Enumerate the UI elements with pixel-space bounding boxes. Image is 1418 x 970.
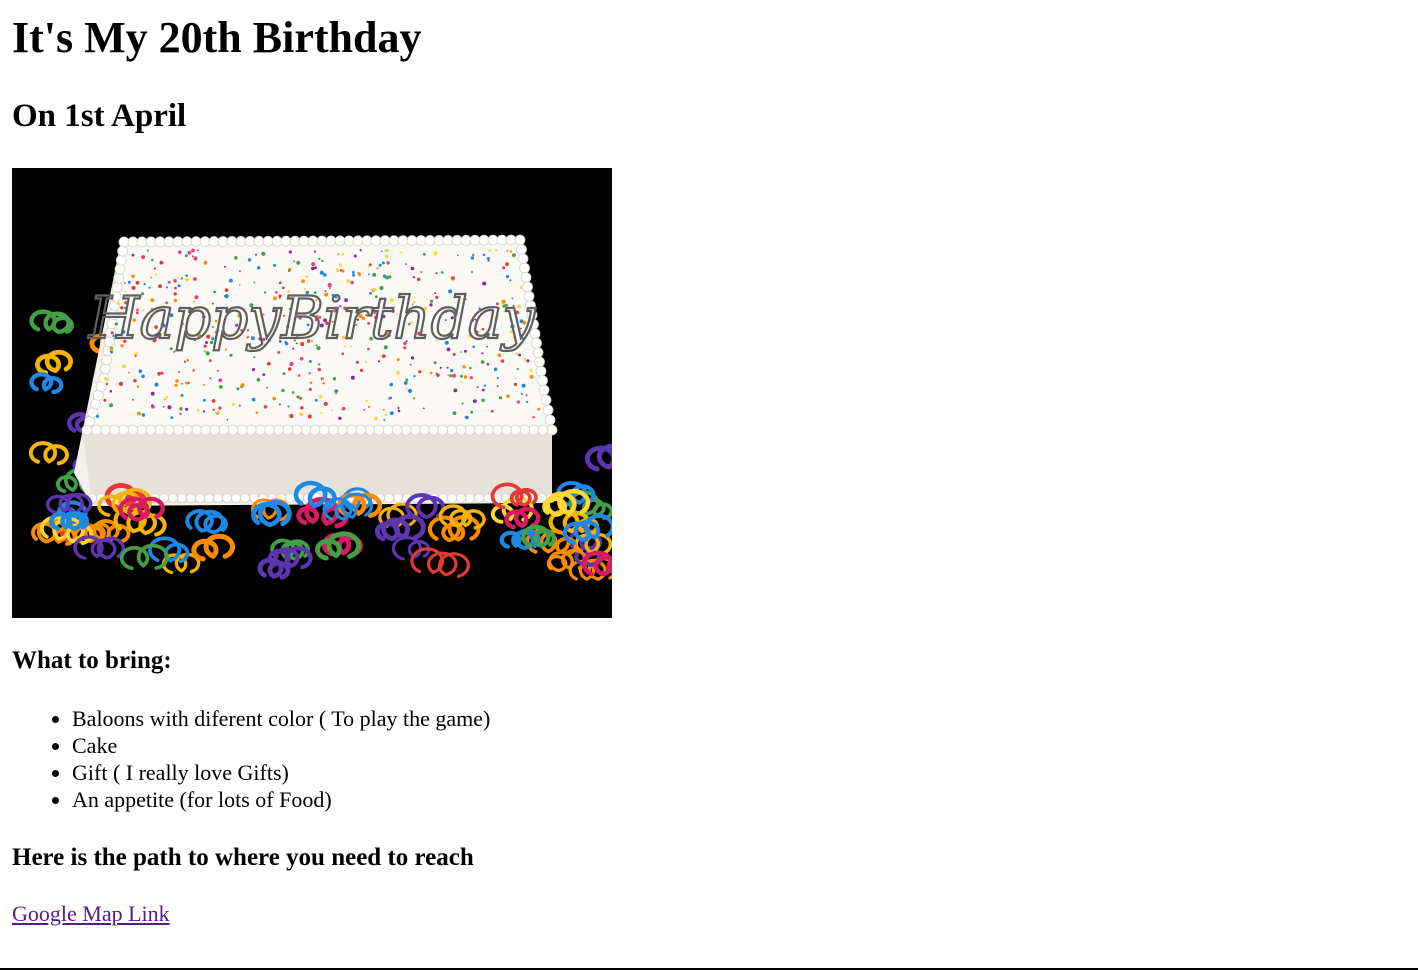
list-item: Gift ( I really love Gifts) <box>72 759 490 786</box>
google-map-link[interactable]: Google Map Link <box>12 900 170 928</box>
list-item: An appetite (for lots of Food) <box>72 786 490 813</box>
birthday-cake-image: HappyBirthday <box>12 168 612 618</box>
path-heading: Here is the path to where you need to re… <box>12 844 474 871</box>
list-item: Cake <box>72 732 490 759</box>
cake-writing: HappyBirthday <box>88 284 536 352</box>
party-date: On 1st April <box>12 98 187 134</box>
page-title: It's My 20th Birthday <box>12 13 422 62</box>
bring-heading: What to bring: <box>12 647 172 674</box>
list-item: Baloons with diferent color ( To play th… <box>72 705 490 732</box>
bring-list: Baloons with diferent color ( To play th… <box>12 705 490 813</box>
